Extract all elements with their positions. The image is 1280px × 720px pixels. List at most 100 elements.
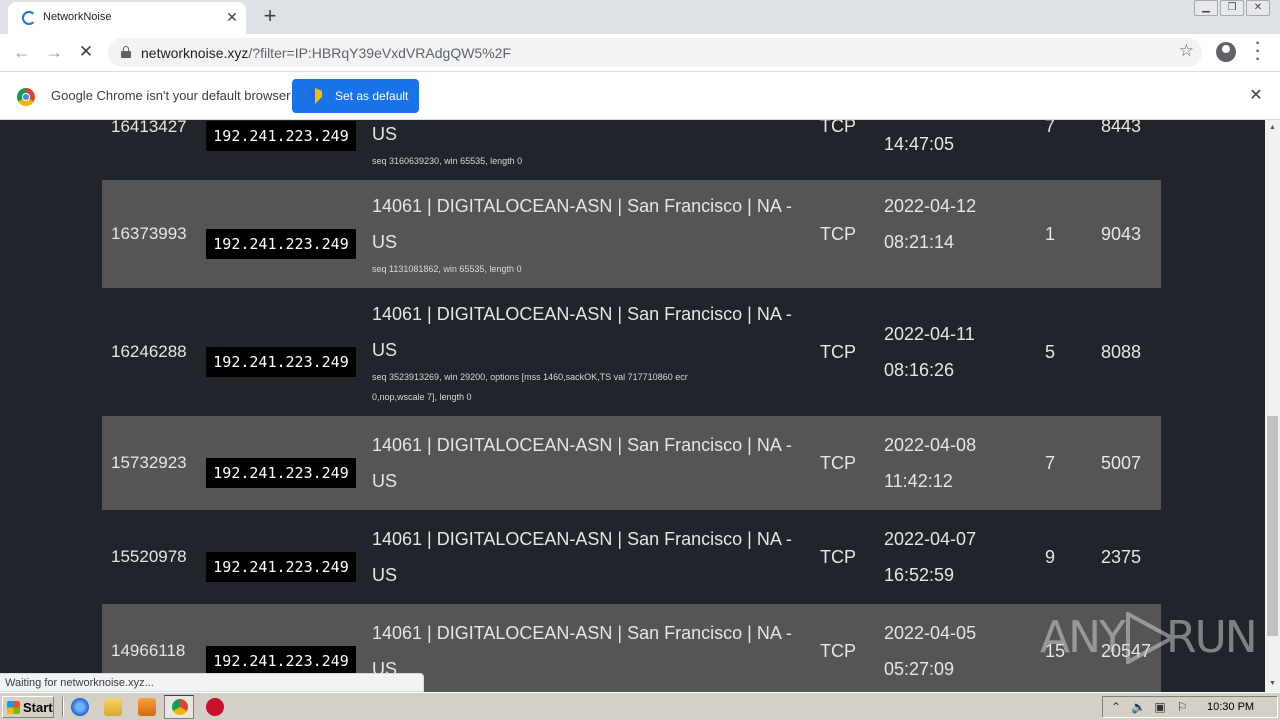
asn-info: 14061 | DIGITALOCEAN-ASN | San Francisco… — [372, 427, 802, 499]
table-row: 16413427 192.241.223.249 US seq 31606392… — [102, 120, 1161, 180]
table-row: 15732923 192.241.223.249 14061 | DIGITAL… — [102, 416, 1161, 510]
timestamp-time: 14:47:05 — [884, 134, 955, 154]
hit-count: 5 — [1045, 342, 1056, 362]
new-tab-button[interactable]: + — [258, 3, 282, 29]
ip-address[interactable]: 192.241.223.249 — [206, 121, 356, 151]
asn-info: 14061 | DIGITALOCEAN-ASN | San Francisco… — [372, 615, 802, 687]
port: 2375 — [1101, 547, 1142, 567]
asn-info: US — [372, 124, 398, 144]
loading-status: Waiting for networknoise.xyz... — [0, 673, 424, 692]
asn-country: US — [372, 659, 398, 679]
window-controls: ▁ ❐ ✕ — [1194, 0, 1270, 18]
action-center-flag-icon[interactable]: ⚐ — [1175, 700, 1189, 714]
asn-country: US — [372, 471, 398, 491]
timestamp-date: 2022-04-11 — [884, 324, 975, 344]
asn-country: US — [372, 565, 398, 585]
timestamp: 2022-04-05 05:27:09 — [884, 615, 1004, 687]
ip-address[interactable]: 192.241.223.249 — [206, 229, 356, 259]
asn-info: 14061 | DIGITALOCEAN-ASN | San Francisco… — [372, 296, 802, 368]
media-player-icon[interactable] — [138, 698, 156, 716]
lock-icon[interactable] — [121, 46, 131, 58]
table-row: 16246288 192.241.223.249 14061 | DIGITAL… — [102, 288, 1161, 416]
ip-address[interactable]: 192.241.223.249 — [206, 458, 356, 488]
protocol: TCP — [820, 120, 856, 136]
set-as-default-button[interactable]: Set as default — [292, 79, 419, 113]
stop-loading-button[interactable]: ✕ — [74, 40, 98, 64]
close-window-icon[interactable]: ✕ — [1246, 0, 1270, 16]
tab-strip: NetworkNoise ✕ + ▁ ❐ ✕ — [0, 0, 1280, 34]
timestamp-date: 2022-04-07 — [884, 529, 977, 549]
hit-count: 7 — [1045, 120, 1056, 136]
scroll-thumb[interactable] — [1267, 416, 1278, 636]
infobar-message: Google Chrome isn't your default browser — [51, 88, 291, 103]
tab-title: NetworkNoise — [43, 11, 112, 23]
chrome-logo-icon — [17, 88, 35, 106]
table-row: 15520978 192.241.223.249 14061 | DIGITAL… — [102, 510, 1161, 604]
loading-spinner-icon — [22, 11, 36, 25]
scroll-down-arrow-icon[interactable]: ▼ — [1265, 676, 1280, 692]
set-as-default-label: Set as default — [335, 89, 409, 103]
stop-sign-icon[interactable] — [206, 698, 224, 716]
port: 8088 — [1101, 342, 1142, 362]
asn-country: US — [372, 340, 398, 360]
row-id: 15520978 — [111, 547, 187, 566]
address-bar[interactable]: networknoise.xyz/?filter=IP:HBRqY39eVxdV… — [108, 38, 1202, 67]
timestamp: 2022-04-12 08:21:14 — [884, 188, 1004, 260]
tray-expand-icon[interactable]: ⌃ — [1109, 700, 1123, 714]
port: 8443 — [1101, 120, 1142, 136]
back-button[interactable]: ← — [10, 40, 34, 64]
ip-address[interactable]: 192.241.223.249 — [206, 347, 356, 377]
browser-toolbar: ← → ✕ networknoise.xyz/?filter=IP:HBRqY3… — [0, 34, 1280, 71]
table-row: 16373993 192.241.223.249 14061 | DIGITAL… — [102, 180, 1161, 288]
chrome-taskbar-icon[interactable] — [164, 695, 194, 719]
ip-address[interactable]: 192.241.223.249 — [206, 552, 356, 582]
profile-avatar-icon[interactable] — [1216, 42, 1236, 62]
port: 5007 — [1101, 453, 1142, 473]
internet-explorer-icon[interactable] — [71, 698, 89, 716]
minimize-icon[interactable]: ▁ — [1194, 0, 1218, 16]
asn-line: 14061 | DIGITALOCEAN-ASN | San Francisco… — [372, 529, 792, 549]
asn-line: 14061 | DIGITALOCEAN-ASN | San Francisco… — [372, 435, 792, 455]
default-browser-infobar: Google Chrome isn't your default browser… — [0, 71, 1280, 120]
watermark-left: ANY — [1040, 612, 1126, 663]
asn-info: 14061 | DIGITALOCEAN-ASN | San Francisco… — [372, 521, 802, 593]
packet-detail: seq 1131081862, win 65535, length 0 — [372, 264, 522, 274]
tab-networknoise[interactable]: NetworkNoise ✕ — [8, 2, 246, 34]
port: 9043 — [1101, 224, 1142, 244]
infobar-close-icon[interactable]: ✕ — [1248, 85, 1264, 105]
volume-icon[interactable]: 🔈 — [1131, 700, 1146, 714]
bookmark-star-icon[interactable]: ☆ — [1179, 41, 1194, 61]
start-label: Start — [23, 700, 53, 715]
hit-count: 7 — [1045, 453, 1056, 473]
ip-address[interactable]: 192.241.223.249 — [206, 646, 356, 676]
timestamp-time: 11:42:12 — [884, 471, 953, 491]
watermark-right: RUN — [1166, 612, 1258, 663]
windows-logo-icon — [7, 701, 20, 714]
url-path: /?filter=IP:HBRqY39eVxdVRAdgQW5%2F — [248, 45, 512, 61]
taskbar-clock[interactable]: 10:30 PM — [1207, 701, 1254, 713]
timestamp: 2022-04-08 11:42:12 — [884, 427, 1004, 499]
tab-close-icon[interactable]: ✕ — [224, 8, 240, 26]
chrome-menu-icon[interactable]: · · · — [1252, 36, 1264, 68]
timestamp-time: 08:21:14 — [884, 232, 955, 252]
url-text[interactable]: networknoise.xyz/?filter=IP:HBRqY39eVxdV… — [141, 45, 511, 61]
network-icon[interactable]: ▣ — [1153, 700, 1167, 714]
timestamp-date: 2022-04-12 — [884, 196, 977, 216]
start-button[interactable]: Start — [2, 696, 54, 718]
timestamp: 2022-04-07 16:52:59 — [884, 521, 1004, 593]
timestamp-time: 16:52:59 — [884, 565, 955, 585]
asn-info: 14061 | DIGITALOCEAN-ASN | San Francisco… — [372, 188, 802, 260]
windows-taskbar: Start ⌃ 🔈 ▣ ⚐ 10:30 PM — [0, 692, 1280, 720]
timestamp-time: 08:16:26 — [884, 360, 955, 380]
restore-icon[interactable]: ❐ — [1220, 0, 1244, 16]
page-scrollbar[interactable]: ▲ ▼ — [1265, 120, 1280, 692]
timestamp-time: 05:27:09 — [884, 659, 955, 679]
scroll-up-arrow-icon[interactable]: ▲ — [1265, 120, 1280, 136]
packet-detail-line: 0,nop,wscale 7], length 0 — [372, 392, 472, 402]
page-content: 16413427 192.241.223.249 US seq 31606392… — [0, 120, 1265, 692]
forward-button[interactable]: → — [42, 40, 66, 64]
row-id: 14966118 — [111, 641, 186, 660]
url-host: networknoise.xyz — [141, 45, 249, 61]
file-explorer-icon[interactable] — [104, 698, 122, 716]
row-id: 16246288 — [111, 342, 187, 361]
